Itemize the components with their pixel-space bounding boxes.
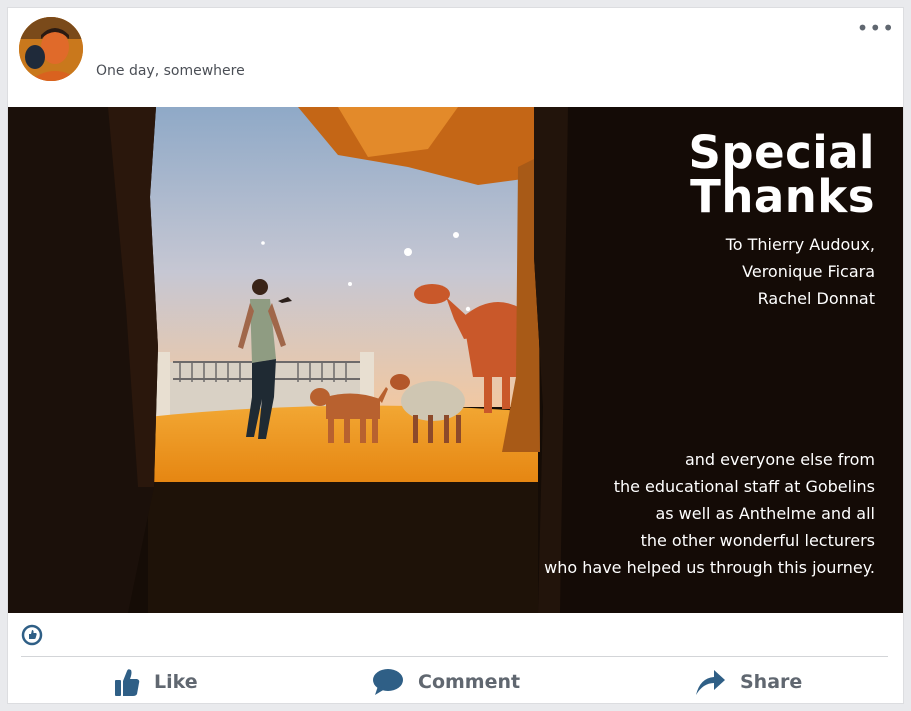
share-label: Share <box>740 671 803 693</box>
thanks-name: Veronique Ficara <box>742 262 875 281</box>
like-label: Like <box>154 671 198 693</box>
closing-line: and everyone else from <box>684 450 875 469</box>
thanks-closing-text: and everyone else from the educational s… <box>544 446 875 581</box>
like-reaction-icon[interactable] <box>21 624 43 646</box>
title-line: Thanks <box>690 170 875 223</box>
thanks-names: To Thierry Audoux, Veronique Ficara Rach… <box>726 231 875 312</box>
avatar[interactable] <box>19 17 83 81</box>
post-caption: One day, somewhere <box>96 63 245 79</box>
post-card: One day, somewhere ••• Special Thanks To… <box>7 7 904 704</box>
thanks-name: To Thierry Audoux, <box>725 235 875 254</box>
title-line: Special <box>688 126 875 179</box>
share-button[interactable]: Share <box>694 663 802 701</box>
share-arrow-icon <box>696 670 725 695</box>
like-button[interactable]: Like <box>114 663 198 701</box>
post-image[interactable]: Special Thanks To Thierry Audoux, Veroni… <box>8 107 903 613</box>
thanks-name: Rachel Donnat <box>757 289 875 308</box>
comment-label: Comment <box>418 671 521 693</box>
special-thanks-title: Special Thanks <box>688 126 875 223</box>
comment-button[interactable]: Comment <box>372 663 520 701</box>
closing-line: the other wonderful lecturers <box>640 531 875 550</box>
closing-line: the educational staff at Gobelins <box>613 477 875 496</box>
actions-divider <box>21 656 888 657</box>
speech-bubble-icon <box>373 669 403 695</box>
more-options-icon[interactable]: ••• <box>857 18 895 38</box>
avatar-image <box>19 17 83 81</box>
closing-line: as well as Anthelme and all <box>655 504 875 523</box>
thumbs-up-icon <box>115 669 140 696</box>
closing-line: who have helped us through this journey. <box>544 558 875 577</box>
